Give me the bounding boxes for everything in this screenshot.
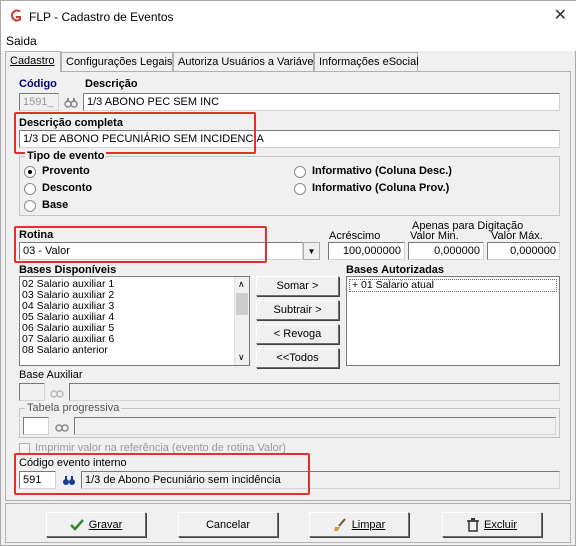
imprimir-checkbox[interactable] <box>19 443 30 454</box>
codigo-interno-label: Código evento interno <box>19 457 127 469</box>
limpar-button[interactable]: Limpar <box>309 512 409 537</box>
cancelar-button[interactable]: Cancelar <box>178 512 278 537</box>
descricao-label: Descrição <box>85 78 138 90</box>
footer-bar: Gravar Cancelar Limpar Excluir <box>5 503 571 543</box>
tab-informacoes-esocial[interactable]: Informações eSocial <box>314 52 419 71</box>
todos-button[interactable]: <<Todos <box>256 348 339 368</box>
descricao-field[interactable]: 1/3 ABONO PEC SEM INC <box>83 93 560 111</box>
bases-disponiveis-label: Bases Disponíveis <box>19 264 117 276</box>
radio-base-label: Base <box>42 199 69 211</box>
bases-autorizadas-label: Bases Autorizadas <box>346 264 445 276</box>
gravar-label: Gravar <box>88 518 123 531</box>
base-auxiliar-label: Base Auxiliar <box>19 369 83 381</box>
descricao-completa-label: Descrição completa <box>19 117 123 129</box>
binoculars-icon <box>63 476 75 485</box>
menu-bar: Saida <box>1 33 576 51</box>
radio-base[interactable] <box>24 200 36 212</box>
close-icon[interactable]: ✕ <box>554 6 567 26</box>
tab-autoriza-usuarios[interactable]: Autoriza Usuários a Variáveis <box>173 52 321 71</box>
chevron-down-icon[interactable]: ∨ <box>238 352 245 363</box>
list-item[interactable]: 08 Salario anterior <box>22 345 108 356</box>
excluir-button[interactable]: Excluir <box>442 512 542 537</box>
tabela-progressiva-title: Tabela progressiva <box>25 402 122 414</box>
search-tabela-button[interactable] <box>53 417 71 435</box>
binoculars-icon <box>64 98 78 108</box>
binoculars-icon <box>55 424 69 432</box>
window: FLP - Cadastro de Eventos ✕ Saida Cadast… <box>0 0 576 546</box>
codigo-interno-field[interactable]: 591 <box>19 471 56 489</box>
gravar-button[interactable]: Gravar <box>46 512 146 537</box>
tabela-code-field[interactable] <box>23 417 49 435</box>
codigo-field[interactable]: 1591_ <box>19 93 59 111</box>
valor-max-field[interactable]: 0,000000 <box>487 242 560 260</box>
tab-label: Informações eSocial <box>319 56 419 68</box>
tipo-evento-group <box>19 156 560 216</box>
window-title: FLP - Cadastro de Eventos <box>29 10 174 24</box>
radio-informativo-desc-label: Informativo (Coluna Desc.) <box>312 165 452 177</box>
valor-min-label: Valor Min. <box>410 230 459 242</box>
search-codigo-interno-button[interactable] <box>60 471 78 489</box>
list-item[interactable]: + 01 Salario atual <box>349 279 557 292</box>
search-codigo-button[interactable] <box>62 93 80 111</box>
search-base-auxiliar-button <box>48 383 66 401</box>
imprimir-label: Imprimir valor na referência (evento de … <box>35 442 287 454</box>
tab-label: Configurações Legais <box>66 56 173 68</box>
codigo-label: Código <box>19 78 57 90</box>
rotina-label: Rotina <box>19 229 54 241</box>
bases-autorizadas-list[interactable]: + 01 Salario atual <box>346 276 560 366</box>
tabela-desc-field <box>74 417 556 435</box>
cancelar-label: Cancelar <box>205 518 251 531</box>
excluir-label: Excluir <box>483 518 517 531</box>
radio-desconto[interactable] <box>24 183 36 195</box>
revoga-button[interactable]: < Revoga <box>256 324 339 344</box>
subtrair-button[interactable]: Subtrair > <box>256 300 339 320</box>
radio-informativo-desc[interactable] <box>294 166 306 178</box>
tipo-evento-title: Tipo de evento <box>25 150 107 162</box>
radio-informativo-prov-label: Informativo (Coluna Prov.) <box>312 182 450 194</box>
valor-min-field[interactable]: 0,000000 <box>408 242 484 260</box>
broom-icon <box>333 517 346 531</box>
rotina-select[interactable]: 03 - Valor <box>19 242 303 260</box>
radio-desconto-label: Desconto <box>42 182 93 194</box>
somar-button[interactable]: Somar > <box>256 276 339 296</box>
base-auxiliar-desc-field <box>69 383 560 401</box>
list-scrollbar[interactable]: ∧ ∨ <box>234 277 249 365</box>
limpar-label: Limpar <box>351 518 386 531</box>
checkmark-icon <box>69 518 84 531</box>
acrescimo-label: Acréscimo <box>329 230 381 242</box>
binoculars-icon <box>50 390 64 398</box>
radio-informativo-prov[interactable] <box>294 183 306 195</box>
valor-max-label: Valor Máx. <box>491 230 543 242</box>
bases-disponiveis-list[interactable]: 02 Salario auxiliar 1 03 Salario auxilia… <box>19 276 250 366</box>
app-logo-icon <box>8 8 24 24</box>
cadastro-panel: Código Descrição 1591_ 1/3 ABONO PEC SEM… <box>5 71 571 501</box>
codigo-interno-desc-field: 1/3 de Abono Pecuniário sem incidência <box>81 471 560 489</box>
acrescimo-field[interactable]: 100,000000 <box>328 242 405 260</box>
radio-provento[interactable] <box>24 166 36 178</box>
chevron-up-icon[interactable]: ∧ <box>238 279 245 290</box>
tab-label: Autoriza Usuários a Variáveis <box>178 56 322 68</box>
descricao-completa-field[interactable]: 1/3 DE ABONO PECUNIÁRIO SEM INCIDENCIA <box>19 130 560 148</box>
trash-icon <box>466 517 479 532</box>
radio-provento-label: Provento <box>42 165 90 177</box>
scrollbar-thumb[interactable] <box>236 293 248 315</box>
tab-configuracoes-legais[interactable]: Configurações Legais <box>61 52 173 71</box>
chevron-down-icon[interactable]: ▼ <box>303 242 320 260</box>
tab-label: Cadastro <box>10 55 55 67</box>
menu-saida[interactable]: Saida <box>6 34 37 48</box>
title-bar: FLP - Cadastro de Eventos ✕ <box>1 1 576 33</box>
base-auxiliar-code-field <box>19 383 45 401</box>
tab-cadastro[interactable]: Cadastro <box>5 51 61 72</box>
